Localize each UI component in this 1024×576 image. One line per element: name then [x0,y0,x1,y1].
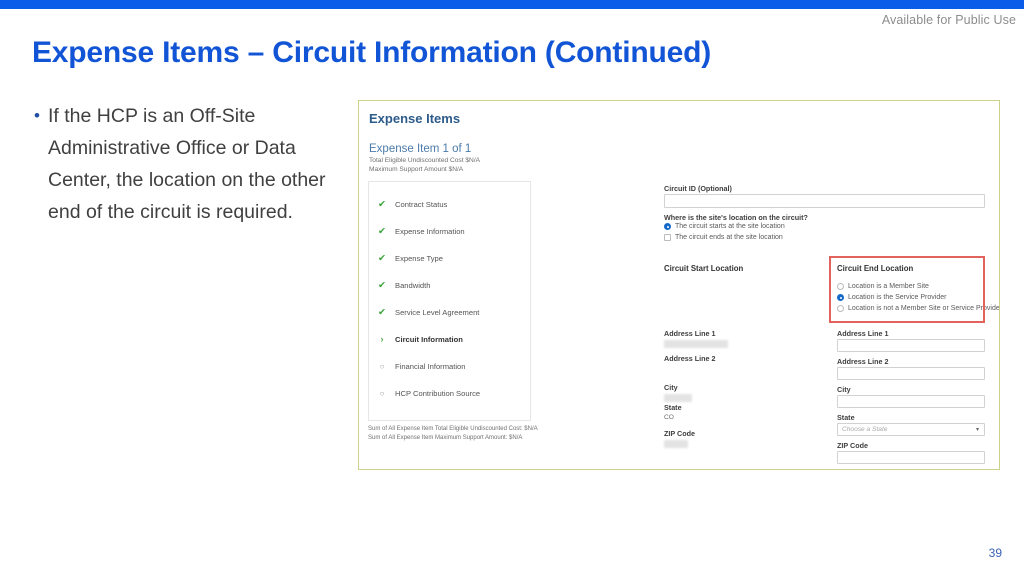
radio-selected-icon[interactable] [664,223,671,230]
start-city-label: City [664,383,678,392]
check-icon: ✔ [378,198,386,210]
checklist-item-label: Expense Information [395,227,465,236]
embedded-app-screenshot: Expense Items Expense Item 1 of 1 Total … [358,100,1000,470]
check-icon: ✔ [378,225,386,237]
list-item: • If the HCP is an Off-Site Administrati… [30,100,340,228]
end-address-line-2-label: Address Line 2 [837,357,889,366]
checklist-item-label: Financial Information [395,362,466,371]
end-location-option-member-site[interactable]: Location is a Member Site [837,283,929,290]
summary-total-eligible-cost: Sum of All Expense Item Total Eligible U… [368,426,538,432]
radio-unselected-icon[interactable] [837,305,844,312]
site-location-option-ends-label: The circuit ends at the site location [675,234,783,241]
end-location-option-service-provider[interactable]: Location is the Service Provider [837,294,946,301]
end-state-select-placeholder: Choose a State [842,426,888,433]
bullet-list: • If the HCP is an Off-Site Administrati… [30,100,340,228]
check-icon: ✔ [378,252,386,264]
end-zip-code-label: ZIP Code [837,441,869,450]
start-city-value [664,394,692,402]
checklist-item-label: Circuit Information [395,335,463,344]
circuit-end-location-title: Circuit End Location [837,264,914,273]
checklist-item-contract-status[interactable]: ✔ Contract Status [369,191,530,218]
start-zip-code-label: ZIP Code [664,429,696,438]
page-number: 39 [988,546,1002,560]
circle-icon: ○ [379,361,385,371]
checklist-item-label: Expense Type [395,254,443,263]
circle-icon: ○ [379,388,385,398]
start-state-label: State [664,403,682,412]
end-address-line-1-label: Address Line 1 [837,329,889,338]
end-location-option-other-label: Location is not a Member Site or Service… [848,305,1000,312]
site-location-option-ends[interactable]: The circuit ends at the site location [664,234,783,241]
end-location-option-member-site-label: Location is a Member Site [848,283,929,290]
header-public-use-note: Available for Public Use [881,13,1016,27]
start-state-value: CO [664,414,674,421]
chevron-right-icon: › [380,334,384,344]
circuit-id-input[interactable] [664,194,985,208]
end-state-label: State [837,413,855,422]
site-location-option-starts-label: The circuit starts at the site location [675,223,785,230]
slide-root: Available for Public Use Expense Items –… [0,0,1024,576]
end-location-option-other[interactable]: Location is not a Member Site or Service… [837,305,1000,312]
end-city-input[interactable] [837,395,985,408]
checklist-item-expense-type[interactable]: ✔ Expense Type [369,245,530,272]
start-address-line-1-value [664,340,728,348]
checklist-item-label: HCP Contribution Source [395,389,481,398]
checklist-item-expense-information[interactable]: ✔ Expense Information [369,218,530,245]
top-accent-bar [0,0,1024,9]
checklist-item-service-level-agreement[interactable]: ✔ Service Level Agreement [369,299,530,326]
expense-item-total-eligible-cost: Total Eligible Undiscounted Cost $N/A [369,157,481,164]
expense-item-heading: Expense Item 1 of 1 [369,143,472,155]
end-address-line-2-input[interactable] [837,367,985,380]
end-city-label: City [837,385,851,394]
radio-unselected-icon[interactable] [664,234,671,241]
start-zip-code-value [664,440,688,448]
bullet-dot-icon: • [34,106,40,125]
page-title: Expense Items – Circuit Information (Con… [32,36,712,69]
checklist-item-hcp-contribution-source[interactable]: ○ HCP Contribution Source [369,380,530,407]
check-icon: ✔ [378,279,386,291]
end-location-option-service-provider-label: Location is the Service Provider [848,294,947,301]
start-address-line-2-label: Address Line 2 [664,354,716,363]
checklist-item-financial-information[interactable]: ○ Financial Information [369,353,530,380]
bullet-text: If the HCP is an Off-Site Administrative… [48,105,326,223]
summary-max-support-amount: Sum of All Expense Item Maximum Support … [368,435,523,441]
checklist-item-label: Service Level Agreement [395,308,480,317]
site-location-option-starts[interactable]: The circuit starts at the site location [664,223,785,230]
radio-unselected-icon[interactable] [837,283,844,290]
end-zip-code-input[interactable] [837,451,985,464]
app-title: Expense Items [369,111,461,126]
expense-item-max-support-amount: Maximum Support Amount $N/A [369,166,464,173]
end-address-line-1-input[interactable] [837,339,985,352]
checklist-item-circuit-information[interactable]: › Circuit Information [369,326,530,353]
checklist-item-label: Contract Status [395,200,448,209]
circuit-id-label: Circuit ID (Optional) [664,184,732,193]
start-address-line-1-label: Address Line 1 [664,329,716,338]
site-location-question: Where is the site's location on the circ… [664,213,808,222]
checklist-item-label: Bandwidth [395,281,431,290]
chevron-down-icon[interactable]: ▾ [976,426,979,433]
expense-item-checklist: ✔ Contract Status ✔ Expense Information ✔ Exp… [368,181,531,421]
check-icon: ✔ [378,306,386,318]
circuit-start-location-title: Circuit Start Location [664,264,744,273]
checklist-item-bandwidth[interactable]: ✔ Bandwidth [369,272,530,299]
radio-selected-icon[interactable] [837,294,844,301]
